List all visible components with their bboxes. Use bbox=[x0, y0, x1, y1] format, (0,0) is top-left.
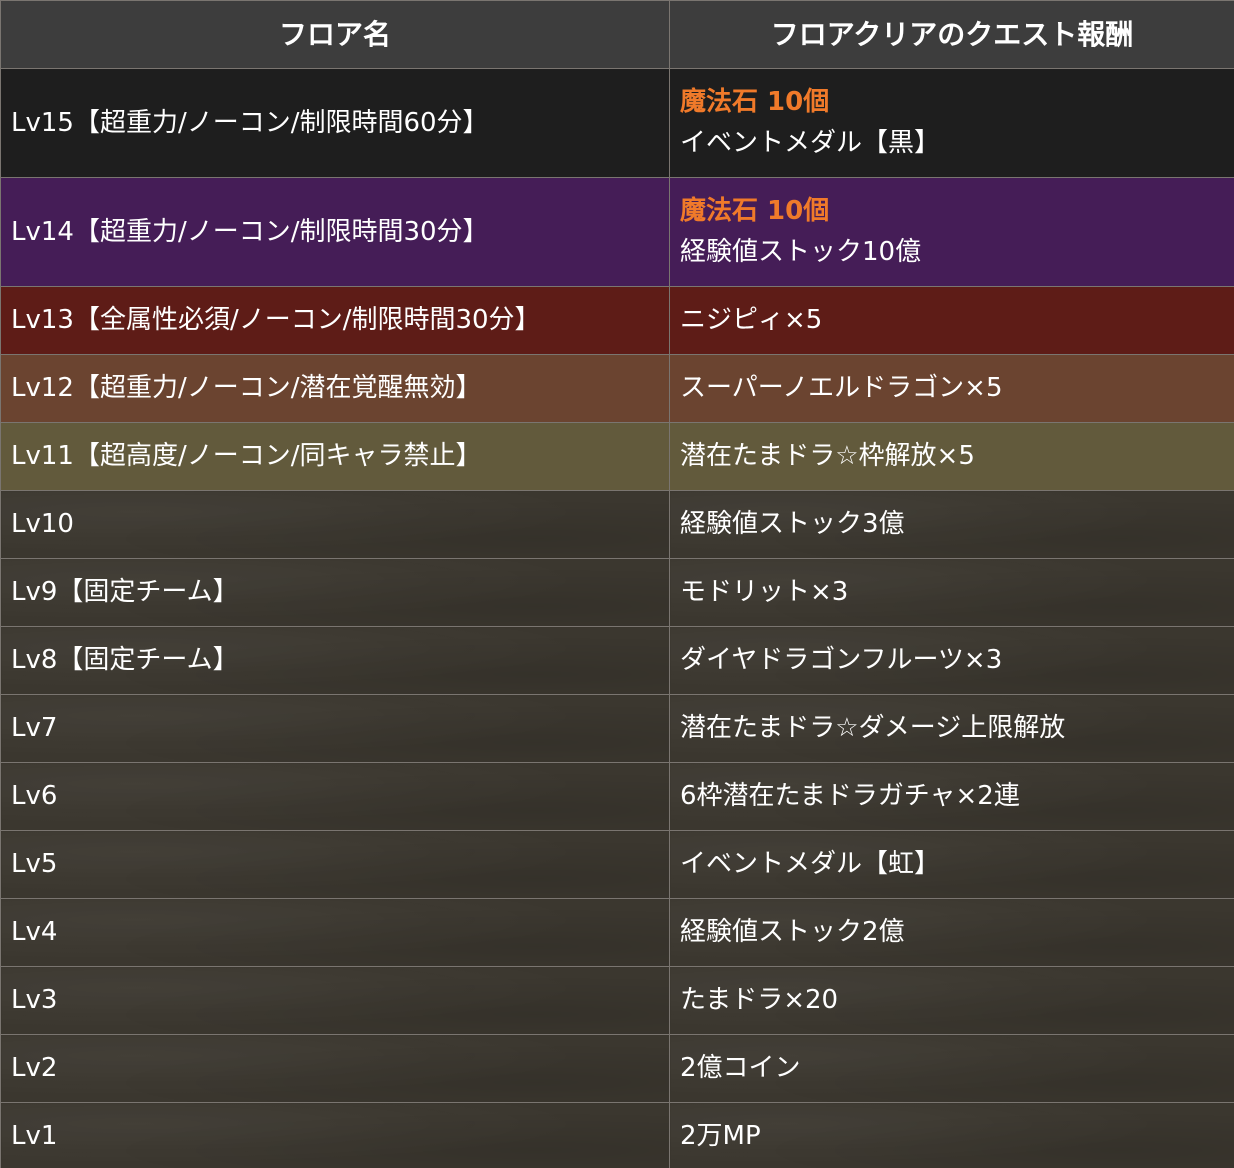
reward-text: イベントメダル【虹】 bbox=[680, 849, 941, 879]
reward-text: 経験値ストック10億 bbox=[680, 237, 922, 267]
table-row: Lv6 6枠潜在たまドラガチャ×2連 bbox=[0, 762, 1234, 831]
table-row: Lv2 2億コイン bbox=[0, 1034, 1234, 1103]
reward-text: 2億コイン bbox=[680, 1053, 801, 1083]
reward-cell: 2億コイン bbox=[669, 1034, 1234, 1103]
reward-cell: 経験値ストック2億 bbox=[669, 898, 1234, 967]
reward-text: たまドラ×20 bbox=[680, 985, 839, 1015]
floor-name-cell: Lv10 bbox=[0, 490, 670, 559]
table-row: Lv8【固定チーム】 ダイヤドラゴンフルーツ×3 bbox=[0, 626, 1234, 695]
reward-cell: ダイヤドラゴンフルーツ×3 bbox=[669, 626, 1234, 695]
floor-name-cell: Lv6 bbox=[0, 762, 670, 831]
floor-name-cell: Lv2 bbox=[0, 1034, 670, 1103]
reward-table: フロア名 フロアクリアのクエスト報酬 Lv15【超重力/ノーコン/制限時間60分… bbox=[0, 0, 1234, 1168]
floor-name-cell: Lv11【超高度/ノーコン/同キャラ禁止】 bbox=[0, 422, 670, 491]
reward-text: 経験値ストック2億 bbox=[680, 917, 905, 947]
reward-cell: 潜在たまドラ☆枠解放×5 bbox=[669, 422, 1234, 491]
table-row: Lv3 たまドラ×20 bbox=[0, 966, 1234, 1035]
floor-name-cell: Lv9【固定チーム】 bbox=[0, 558, 670, 627]
floor-name-cell: Lv14【超重力/ノーコン/制限時間30分】 bbox=[0, 177, 670, 287]
table-row: Lv11【超高度/ノーコン/同キャラ禁止】 潜在たまドラ☆枠解放×5 bbox=[0, 422, 1234, 491]
table-row: Lv14【超重力/ノーコン/制限時間30分】 魔法石 10個経験値ストック10億 bbox=[0, 177, 1234, 287]
floor-name-header: フロア名 bbox=[0, 0, 670, 69]
reward-cell: モドリット×3 bbox=[669, 558, 1234, 627]
reward-cell: 2万MP bbox=[669, 1102, 1234, 1168]
table-row: Lv10 経験値ストック3億 bbox=[0, 490, 1234, 559]
floor-name-cell: Lv3 bbox=[0, 966, 670, 1035]
quest-reward-header: フロアクリアのクエスト報酬 bbox=[669, 0, 1234, 69]
table-row: Lv1 2万MP bbox=[0, 1102, 1234, 1168]
reward-text: ダイヤドラゴンフルーツ×3 bbox=[680, 645, 1003, 675]
reward-text: スーパーノエルドラゴン×5 bbox=[680, 373, 1003, 403]
table-row: Lv13【全属性必須/ノーコン/制限時間30分】 ニジピィ×5 bbox=[0, 286, 1234, 355]
table-row: Lv5 イベントメダル【虹】 bbox=[0, 830, 1234, 899]
table-header-row: フロア名 フロアクリアのクエスト報酬 bbox=[0, 0, 1234, 69]
floor-name-cell: Lv13【全属性必須/ノーコン/制限時間30分】 bbox=[0, 286, 670, 355]
reward-cell: たまドラ×20 bbox=[669, 966, 1234, 1035]
table-row: Lv9【固定チーム】 モドリット×3 bbox=[0, 558, 1234, 627]
reward-cell: ニジピィ×5 bbox=[669, 286, 1234, 355]
floor-name-cell: Lv15【超重力/ノーコン/制限時間60分】 bbox=[0, 68, 670, 178]
reward-cell: 魔法石 10個イベントメダル【黒】 bbox=[669, 68, 1234, 178]
reward-text: 経験値ストック3億 bbox=[680, 509, 905, 539]
reward-cell: 6枠潜在たまドラガチャ×2連 bbox=[669, 762, 1234, 831]
reward-cell: イベントメダル【虹】 bbox=[669, 830, 1234, 899]
floor-name-cell: Lv12【超重力/ノーコン/潜在覚醒無効】 bbox=[0, 354, 670, 423]
floor-name-cell: Lv7 bbox=[0, 694, 670, 763]
floor-name-cell: Lv5 bbox=[0, 830, 670, 899]
table-row: Lv15【超重力/ノーコン/制限時間60分】 魔法石 10個イベントメダル【黒】 bbox=[0, 68, 1234, 178]
reward-cell: 魔法石 10個経験値ストック10億 bbox=[669, 177, 1234, 287]
reward-text: 2万MP bbox=[680, 1121, 761, 1151]
table-row: Lv4 経験値ストック2億 bbox=[0, 898, 1234, 967]
floor-name-cell: Lv1 bbox=[0, 1102, 670, 1168]
table-row: Lv7 潜在たまドラ☆ダメージ上限解放 bbox=[0, 694, 1234, 763]
magic-stone-reward: 魔法石 10個 bbox=[680, 196, 830, 226]
floor-name-cell: Lv8【固定チーム】 bbox=[0, 626, 670, 695]
reward-text: 潜在たまドラ☆ダメージ上限解放 bbox=[680, 713, 1066, 743]
reward-text: イベントメダル【黒】 bbox=[680, 128, 941, 158]
reward-text: 潜在たまドラ☆枠解放×5 bbox=[680, 441, 975, 471]
table-body: Lv15【超重力/ノーコン/制限時間60分】 魔法石 10個 イベントメダル【黒】 L… bbox=[0, 68, 1234, 1168]
reward-text: ニジピィ×5 bbox=[680, 305, 823, 335]
reward-cell: 潜在たまドラ☆ダメージ上限解放 bbox=[669, 694, 1234, 763]
reward-text: 6枠潜在たまドラガチャ×2連 bbox=[680, 781, 1020, 811]
reward-cell: スーパーノエルドラゴン×5 bbox=[669, 354, 1234, 423]
floor-name-cell: Lv4 bbox=[0, 898, 670, 967]
table-row: Lv12【超重力/ノーコン/潜在覚醒無効】 スーパーノエルドラゴン×5 bbox=[0, 354, 1234, 423]
magic-stone-reward: 魔法石 10個 bbox=[680, 87, 830, 117]
reward-text: モドリット×3 bbox=[680, 577, 849, 607]
reward-cell: 経験値ストック3億 bbox=[669, 490, 1234, 559]
